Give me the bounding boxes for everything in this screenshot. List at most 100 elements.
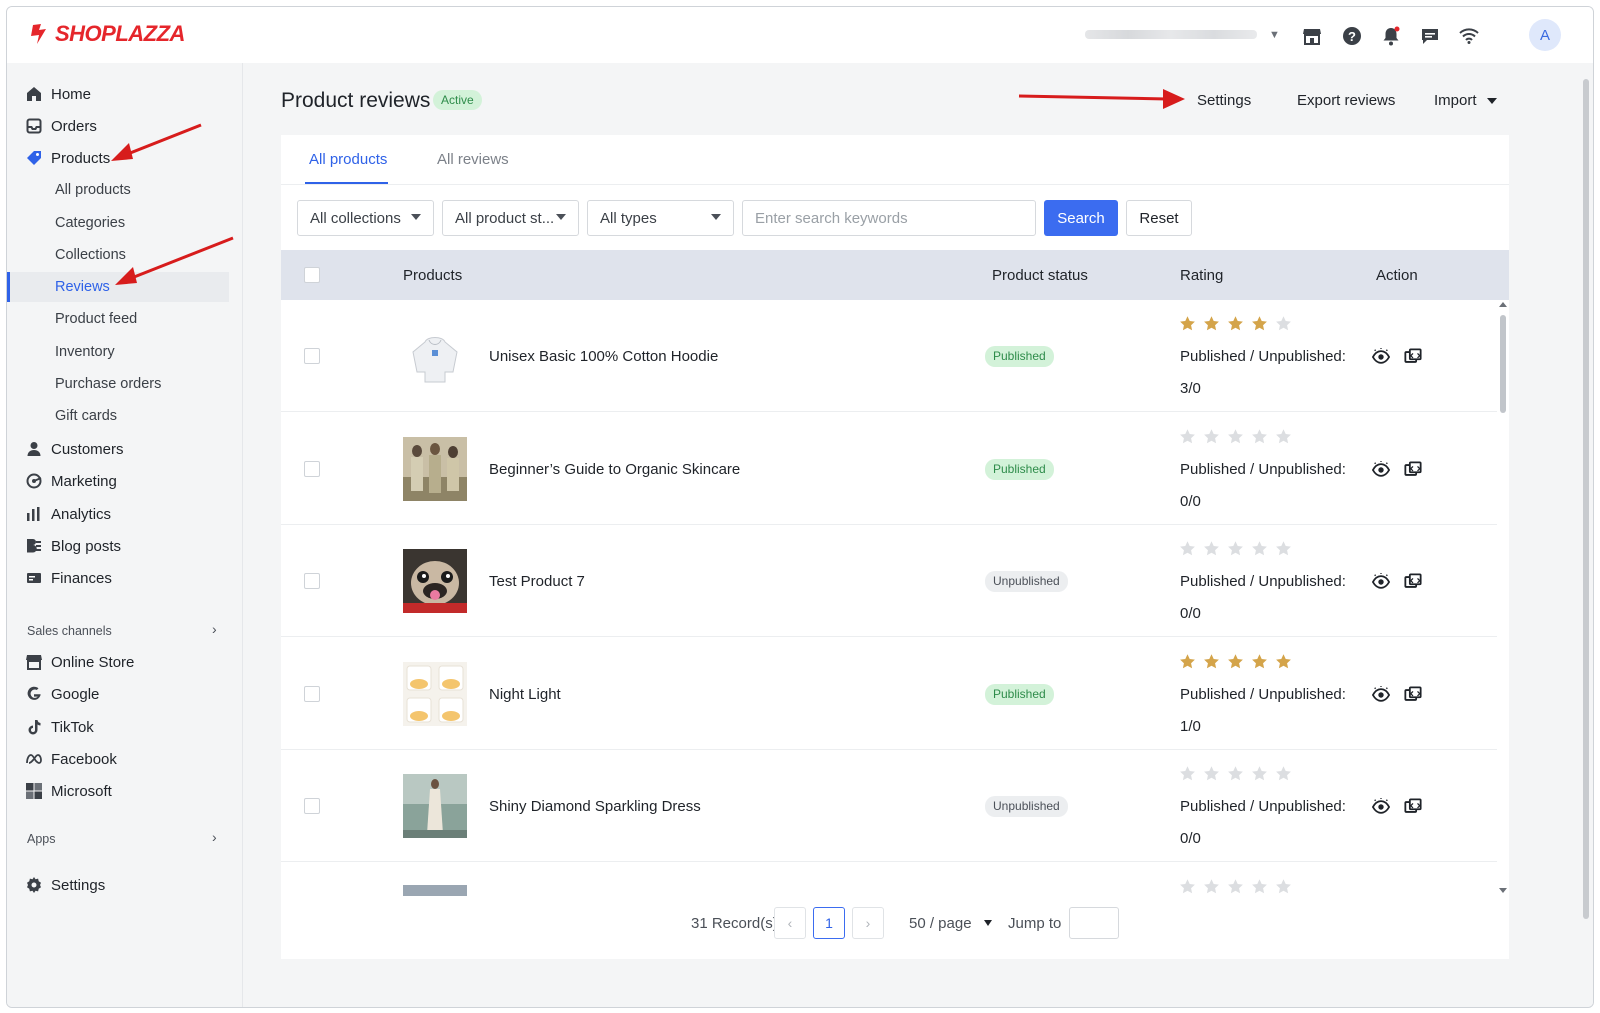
sidebar-item-microsoft[interactable]: Microsoft: [7, 776, 243, 806]
sidebar-item-label: Inventory: [55, 344, 115, 360]
scroll-down-icon[interactable]: [1499, 888, 1507, 893]
prev-page-button[interactable]: ‹: [774, 907, 806, 939]
product-name[interactable]: Night Light: [489, 686, 561, 703]
copy-icon[interactable]: [1403, 460, 1423, 480]
select-all-checkbox[interactable]: [304, 267, 320, 283]
sidebar-item-customers[interactable]: Customers: [7, 434, 243, 464]
sidebar-item-label: Blog posts: [51, 537, 122, 555]
star-icon: [1276, 316, 1291, 331]
sidebar-subitem-reviews[interactable]: Reviews: [7, 272, 229, 302]
chat-icon[interactable]: [1419, 25, 1441, 47]
bell-icon[interactable]: [1380, 25, 1402, 47]
sidebar-item-finances[interactable]: Finances: [7, 563, 243, 593]
help-icon[interactable]: ?: [1341, 25, 1363, 47]
copy-icon[interactable]: [1403, 685, 1423, 705]
star-icon: [1204, 541, 1219, 556]
settings-link[interactable]: Settings: [1197, 92, 1251, 109]
sidebar-item-analytics[interactable]: Analytics: [7, 499, 243, 529]
review-count-value: 0/0: [1180, 492, 1201, 510]
row-checkbox[interactable]: [304, 573, 320, 589]
next-page-button[interactable]: ›: [852, 907, 884, 939]
view-icon[interactable]: [1371, 347, 1391, 367]
sidebar-item-settings[interactable]: Settings: [7, 870, 243, 900]
caret-down-icon: [1486, 98, 1497, 105]
chevron-down-icon[interactable]: ▼: [1269, 29, 1280, 41]
import-dropdown[interactable]: Import: [1434, 92, 1497, 109]
wifi-icon[interactable]: [1458, 25, 1480, 47]
import-label: Import: [1434, 92, 1477, 109]
chevron-right-icon[interactable]: ›: [212, 829, 217, 845]
rating-stars: [1179, 878, 1292, 895]
table-row[interactable]: Test Product 7 Unpublished Published / Unp…: [281, 525, 1497, 637]
view-icon[interactable]: [1371, 572, 1391, 592]
jump-to-input[interactable]: [1069, 907, 1119, 939]
bar-chart-icon: [25, 505, 43, 523]
product-name[interactable]: Unisex Basic 100% Cotton Hoodie: [489, 348, 718, 365]
types-select[interactable]: All types: [587, 200, 734, 236]
table-row[interactable]: Unisex Basic 100% Cotton Hoodie Published…: [281, 300, 1497, 412]
scroll-up-icon[interactable]: [1499, 302, 1507, 307]
row-checkbox[interactable]: [304, 685, 320, 702]
caret-down-icon: [983, 920, 992, 926]
product-name[interactable]: Shiny Diamond Sparkling Dress: [489, 798, 701, 815]
table-scrollbar-thumb[interactable]: [1500, 315, 1506, 413]
export-reviews-link[interactable]: Export reviews: [1297, 92, 1395, 109]
table-row[interactable]: [281, 863, 1497, 896]
sidebar-item-blog-posts[interactable]: Blog posts: [7, 531, 243, 561]
product-status-select[interactable]: All product st...: [442, 200, 579, 236]
star-icon: [1276, 541, 1291, 556]
sidebar-item-orders[interactable]: Orders: [7, 111, 243, 141]
sidebar-subitem-product-feed[interactable]: Product feed: [7, 304, 243, 334]
table-row[interactable]: Beginner’s Guide to Organic Skincare Publ…: [281, 413, 1497, 525]
product-name[interactable]: Beginner’s Guide to Organic Skincare: [489, 461, 740, 478]
reset-button[interactable]: Reset: [1126, 200, 1192, 236]
search-button[interactable]: Search: [1044, 200, 1118, 236]
chevron-right-icon[interactable]: ›: [212, 621, 217, 637]
store-icon[interactable]: [1301, 25, 1323, 47]
status-badge: Published: [985, 683, 1054, 705]
search-input[interactable]: [742, 200, 1036, 236]
sidebar-item-marketing[interactable]: Marketing: [7, 466, 243, 496]
apps-label[interactable]: Apps: [27, 832, 56, 846]
brand-logo[interactable]: SHOPLAZZA: [27, 21, 185, 47]
view-icon[interactable]: [1371, 797, 1391, 817]
sidebar-subitem-inventory[interactable]: Inventory: [7, 337, 243, 367]
table-row[interactable]: Night Light Published Published / Unpublis…: [281, 638, 1497, 750]
copy-icon[interactable]: [1403, 572, 1423, 592]
copy-icon[interactable]: [1403, 347, 1423, 367]
sidebar-item-online-store[interactable]: Online Store: [7, 647, 243, 677]
view-icon[interactable]: [1371, 460, 1391, 480]
sidebar-item-products[interactable]: Products: [7, 143, 243, 173]
row-checkbox[interactable]: [304, 348, 320, 364]
sidebar-item-tiktok[interactable]: TikTok: [7, 712, 243, 742]
page-number-button[interactable]: 1: [813, 907, 845, 939]
tiktok-icon: [25, 718, 43, 736]
sidebar-subitem-all-products[interactable]: All products: [7, 175, 243, 205]
sidebar-subitem-collections[interactable]: Collections: [7, 240, 243, 270]
collections-select[interactable]: All collections: [297, 200, 434, 236]
page-size-select[interactable]: 50 / page: [909, 907, 992, 939]
product-thumbnail: [403, 774, 467, 838]
sidebar-subitem-gift-cards[interactable]: Gift cards: [7, 401, 243, 431]
store-name-blurred[interactable]: [1085, 30, 1257, 39]
chevron-left-icon: ‹: [787, 915, 793, 931]
copy-icon[interactable]: [1403, 797, 1423, 817]
table-body: Unisex Basic 100% Cotton Hoodie Published…: [281, 300, 1497, 896]
product-name[interactable]: Test Product 7: [489, 573, 585, 590]
table-row[interactable]: Shiny Diamond Sparkling Dress Unpublished…: [281, 750, 1497, 862]
sidebar-item-facebook[interactable]: Facebook: [7, 744, 243, 774]
tag-icon: [25, 149, 43, 167]
view-icon[interactable]: [1371, 685, 1391, 705]
page-scrollbar-thumb[interactable]: [1583, 79, 1589, 919]
sidebar-item-home[interactable]: Home: [7, 79, 243, 109]
sidebar-item-google[interactable]: Google: [7, 679, 243, 709]
sidebar-subitem-categories[interactable]: Categories: [7, 208, 243, 238]
avatar[interactable]: A: [1529, 19, 1561, 51]
sidebar-subitem-purchase-orders[interactable]: Purchase orders: [7, 369, 243, 399]
row-checkbox[interactable]: [304, 798, 320, 814]
row-checkbox[interactable]: [304, 460, 320, 477]
tab-all-products[interactable]: All products: [309, 151, 387, 168]
tab-all-reviews[interactable]: All reviews: [437, 151, 509, 168]
star-icon: [1252, 316, 1267, 331]
sales-channels-label[interactable]: Sales channels: [27, 624, 112, 638]
